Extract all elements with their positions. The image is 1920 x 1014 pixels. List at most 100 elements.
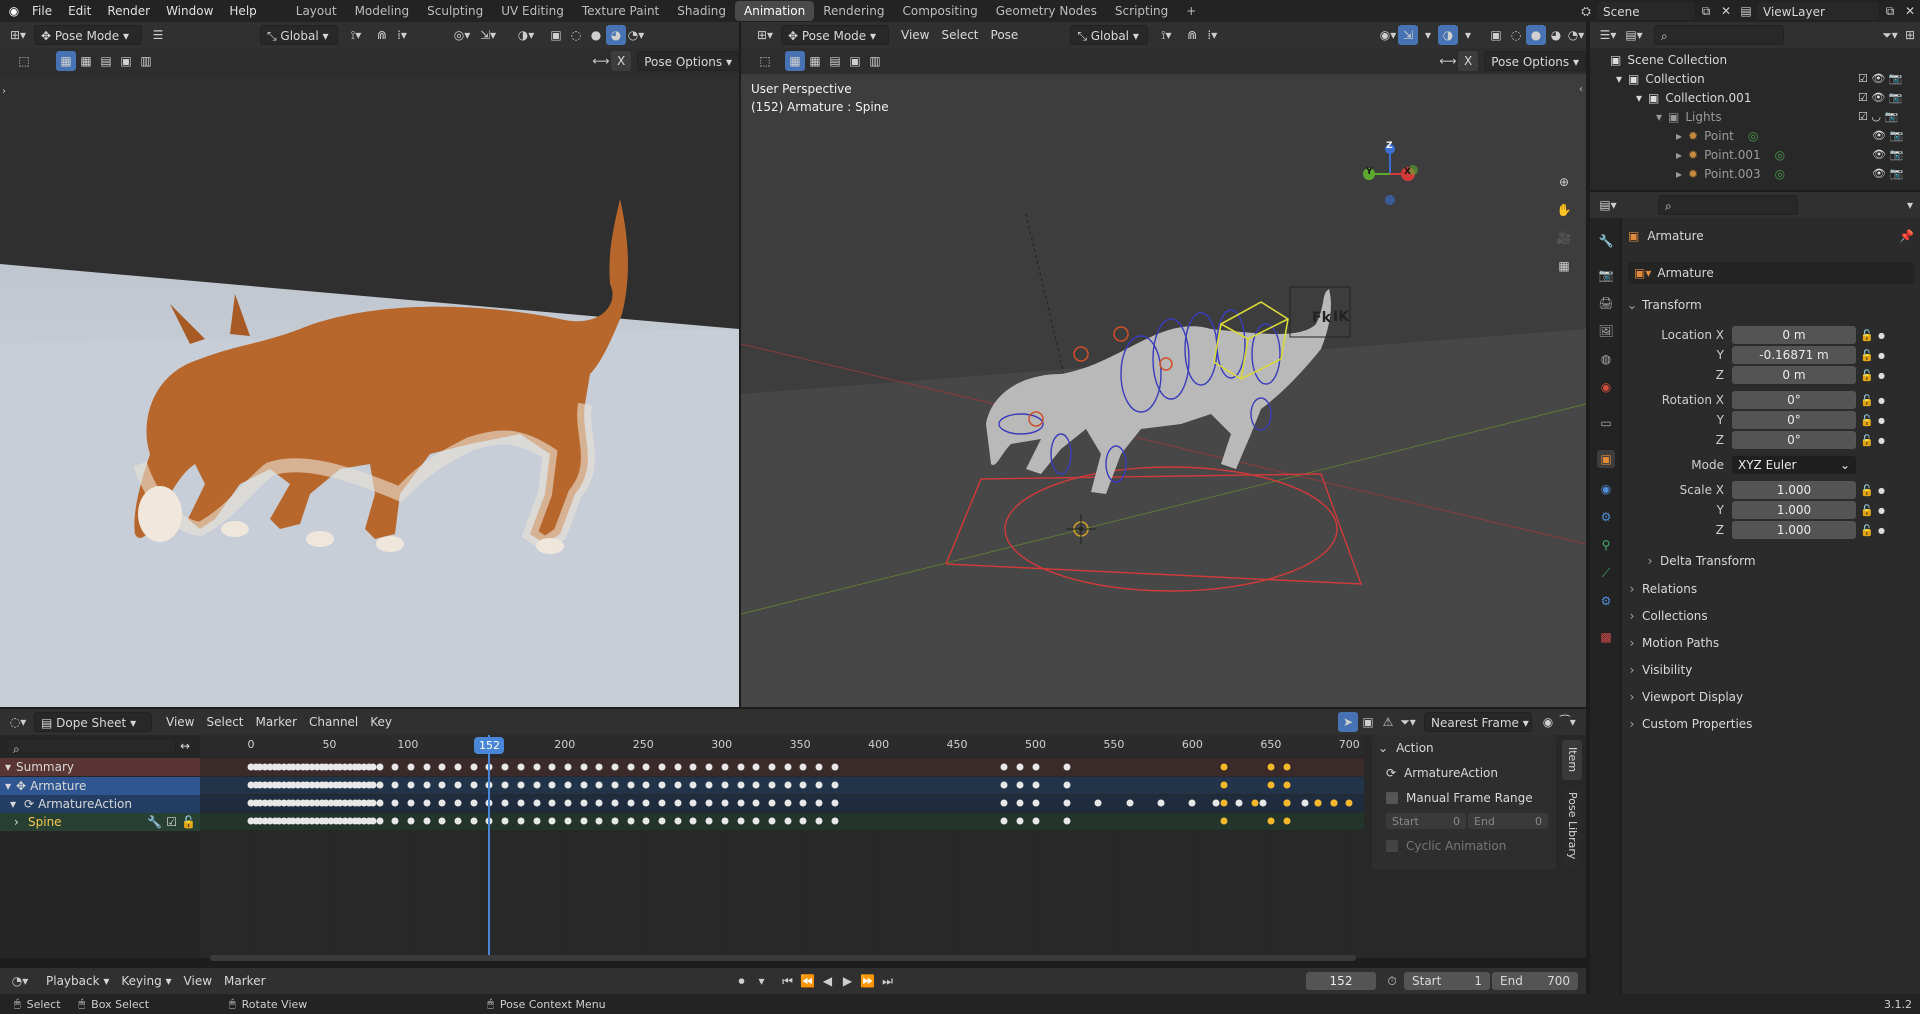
wireframe-shading-icon[interactable]: ◌ — [566, 25, 586, 45]
start-frame-field[interactable]: Start 1 — [1404, 972, 1490, 990]
gizmo-dropdown-icon[interactable]: ▾ — [1418, 25, 1438, 45]
proportional-edit-icon[interactable]: ◎▾ — [452, 25, 472, 45]
outliner-row-point-001[interactable]: ▸ ✹ Point.001 ◎ — [1676, 145, 1785, 165]
lock-icon[interactable]: 🔓 — [1856, 414, 1878, 427]
keyframe-dot[interactable] — [705, 781, 713, 789]
dopesheet-menu-view[interactable]: View — [160, 712, 200, 732]
right-menu-select[interactable]: Select — [935, 25, 984, 45]
selected-keyframe-dot[interactable] — [1330, 799, 1338, 807]
keyframe-dot[interactable] — [1032, 799, 1039, 807]
keyframe-dot[interactable] — [1063, 817, 1071, 825]
keyframe-dot[interactable] — [721, 763, 729, 771]
camera-view-icon[interactable]: 🎥 — [1554, 228, 1574, 248]
workspace-tab-uv-editing[interactable]: UV Editing — [492, 1, 573, 21]
lock-icon[interactable]: 🔓 — [1856, 394, 1878, 407]
row-toggles[interactable]: ☑ 👁 📷 — [1858, 88, 1914, 107]
world-tab-icon[interactable]: ◉ — [1597, 378, 1615, 396]
keyframe-dot[interactable] — [642, 781, 650, 789]
perspective-grid-icon[interactable]: ▦ — [1554, 256, 1574, 276]
outliner-search-input[interactable]: ⌕ — [1654, 25, 1784, 45]
keyframe-dot[interactable] — [501, 817, 509, 825]
keyframe-dot[interactable] — [737, 799, 745, 807]
keyframe-dot[interactable] — [548, 781, 556, 789]
keyframe-dot[interactable] — [454, 817, 462, 825]
preview-range-icon[interactable]: ⏱ — [1382, 971, 1402, 991]
keyframe-dot[interactable] — [815, 781, 823, 789]
right-toolbar-expand-icon[interactable]: ‹ — [741, 84, 742, 95]
bone-constraints-tab-icon[interactable]: ⚙ — [1597, 592, 1615, 610]
keyframe-dot[interactable] — [438, 763, 446, 771]
tool-tab-icon[interactable]: 🔧 — [1597, 232, 1615, 250]
keyframe-dot[interactable] — [407, 763, 415, 771]
keyframe-dot[interactable] — [721, 817, 729, 825]
overlay-icon[interactable]: ◑ — [1438, 25, 1458, 45]
keyframe-dot[interactable] — [533, 799, 541, 807]
keyframe-dot[interactable] — [768, 817, 776, 825]
rotation-y-field[interactable]: 0° — [1732, 411, 1856, 429]
left-x-mirror[interactable]: X — [611, 51, 632, 71]
proportional-icon[interactable]: ◉ — [1538, 712, 1558, 732]
object-datablock-row[interactable]: ▣▾ Armature — [1628, 262, 1914, 284]
channel-spine[interactable]: › Spine 🔧 ☑ 🔓 — [0, 813, 200, 831]
keyframe-dot[interactable] — [533, 781, 541, 789]
location-x-field[interactable]: 0 m — [1732, 326, 1856, 344]
outliner-editor-icon[interactable]: ☰▾ — [1598, 25, 1618, 45]
outliner-row-scene-collection[interactable]: ▣ Scene Collection — [1610, 50, 1727, 70]
menu-file[interactable]: File — [24, 0, 60, 22]
filter-icon[interactable]: ⏷▾ — [1398, 712, 1418, 732]
physics-tab-icon[interactable]: ◉ — [1597, 480, 1615, 498]
wrench-icon[interactable]: 🔧 — [147, 815, 162, 829]
keyframe-dot[interactable] — [391, 781, 399, 789]
keyframe-dot[interactable] — [1212, 799, 1220, 807]
keyframe-dot[interactable] — [627, 799, 635, 807]
overlay-icon[interactable]: ◑▾ — [516, 25, 536, 45]
scale-z-field[interactable]: 1.000 — [1732, 521, 1856, 539]
motion-paths-panel[interactable]: › Motion Paths — [1622, 631, 1912, 653]
tool-select-icon[interactable]: ⬚ — [14, 51, 34, 71]
wireframe-shading-icon[interactable]: ◌ — [1506, 25, 1526, 45]
keyframe-dot[interactable] — [595, 763, 603, 771]
overlay-dropdown-icon[interactable]: ▾ — [1458, 25, 1478, 45]
channel-armatureaction[interactable]: ▾ ⟳ ArmatureAction — [0, 795, 200, 813]
keyframe-dot[interactable] — [376, 799, 384, 807]
keyframe-dot[interactable] — [501, 763, 509, 771]
keyframe-dot[interactable] — [831, 799, 839, 807]
rendered-shading-icon[interactable]: ◔▾ — [626, 25, 646, 45]
keyframe-dot[interactable] — [721, 799, 729, 807]
keyframe-dot[interactable] — [799, 763, 807, 771]
keyframe-dot[interactable] — [580, 817, 588, 825]
lock-icon[interactable]: 🔓 — [1856, 369, 1878, 382]
workspace-tab-rendering[interactable]: Rendering — [814, 1, 893, 21]
keyframe-dot[interactable] — [658, 763, 666, 771]
keyframe-dot[interactable] — [580, 763, 588, 771]
selected-keyframe-dot[interactable] — [1283, 781, 1291, 789]
keyframe-dot[interactable] — [1301, 799, 1309, 807]
row-toggles[interactable]: ☑ ◡ 📷 — [1858, 107, 1914, 126]
keyframe-dot[interactable] — [438, 799, 446, 807]
workspace-tab-modeling[interactable]: Modeling — [346, 1, 419, 21]
cyclic-animation-row[interactable]: Cyclic Animation — [1386, 837, 1506, 855]
selected-keyframe-dot[interactable] — [1220, 781, 1228, 789]
left-toolbar-expand-icon[interactable]: › — [2, 86, 6, 97]
properties-options-icon[interactable]: ▾ — [1900, 195, 1920, 215]
outliner-row-collection[interactable]: ▾ ▣ Collection — [1616, 69, 1705, 89]
action-start-field[interactable]: Start 0 — [1386, 813, 1466, 829]
keyframe-dot[interactable] — [407, 817, 415, 825]
scale-x-field[interactable]: 1.000 — [1732, 481, 1856, 499]
keyframe-dot[interactable] — [1259, 799, 1267, 807]
keyframe-dot[interactable] — [799, 799, 807, 807]
location-z-field[interactable]: 0 m — [1732, 366, 1856, 384]
hamburger-icon[interactable]: ☰ — [148, 25, 168, 45]
keyframe-dot[interactable] — [831, 781, 839, 789]
select-invert-icon[interactable]: ▣ — [845, 51, 865, 71]
select-subtract-icon[interactable]: ▤ — [825, 51, 845, 71]
viewport-display-panel[interactable]: › Viewport Display — [1622, 685, 1912, 707]
keyframe-dot[interactable] — [454, 799, 462, 807]
gizmo-toggle-icon[interactable]: ⇲ — [1398, 25, 1418, 45]
texture-tab-icon[interactable]: ▩ — [1597, 628, 1615, 646]
tool-select-icon[interactable]: ⬚ — [755, 51, 775, 71]
action-panel-header[interactable]: ⌄ Action — [1378, 739, 1434, 757]
keyframe-dot-icon[interactable]: ● — [1878, 486, 1888, 495]
playhead-line[interactable] — [488, 735, 491, 955]
keyframe-dot[interactable] — [721, 781, 729, 789]
